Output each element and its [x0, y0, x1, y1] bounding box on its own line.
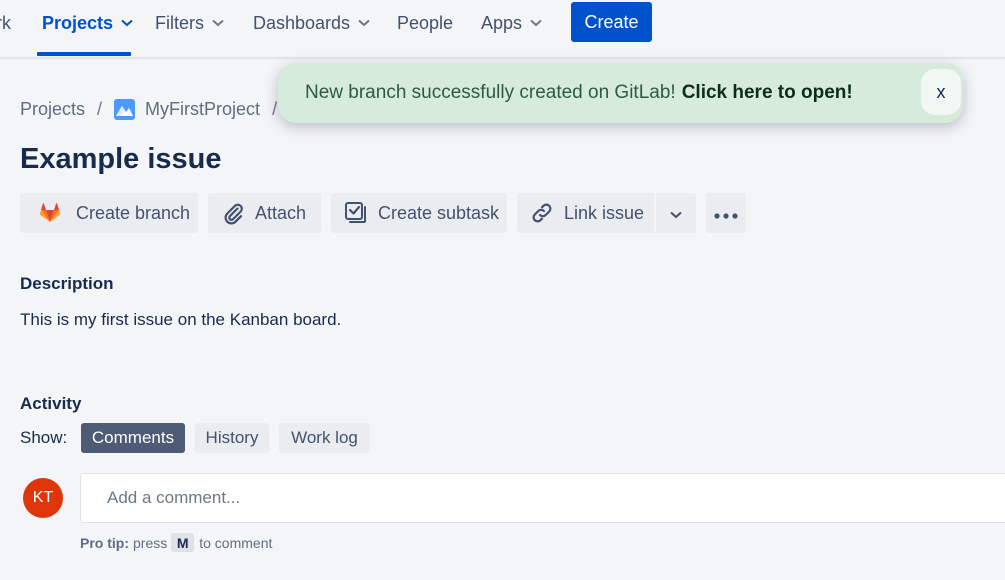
tab-work-log[interactable]: Work log — [279, 423, 370, 453]
nav-filters-label: Filters — [155, 12, 204, 33]
pro-tip-suffix: to comment — [199, 534, 273, 551]
avatar[interactable]: KT — [23, 478, 63, 518]
chevron-down-icon — [121, 19, 133, 27]
keyboard-shortcut-key: M — [171, 533, 195, 552]
create-branch-label: Create branch — [76, 202, 191, 223]
show-label: Show: — [20, 428, 68, 447]
breadcrumb: Projects / MyFirstProject / — [20, 96, 289, 122]
chevron-down-icon — [212, 19, 224, 27]
link-icon — [530, 201, 554, 225]
attach-label: Attach — [255, 202, 307, 223]
nav-item-projects[interactable]: Projects — [42, 0, 133, 46]
tab-comments[interactable]: Comments — [81, 423, 185, 453]
toast-message: New branch successfully created on GitLa… — [305, 82, 676, 103]
create-branch-button[interactable]: Create branch — [20, 193, 198, 233]
chevron-down-icon — [530, 19, 542, 27]
success-toast: New branch successfully created on GitLa… — [278, 63, 963, 123]
paperclip-icon — [221, 201, 245, 225]
description-heading: Description — [20, 274, 114, 293]
nav-item-people[interactable]: People — [397, 0, 453, 46]
nav-item-filters[interactable]: Filters — [155, 0, 224, 46]
nav-dashboards-label: Dashboards — [253, 12, 351, 33]
create-subtask-button[interactable]: Create subtask — [331, 193, 507, 233]
top-navigation-bar: rk Projects Filters Dashboards People Ap… — [0, 0, 1005, 58]
subtask-icon — [344, 201, 368, 225]
chevron-down-icon — [670, 203, 682, 224]
issue-title[interactable]: Example issue — [20, 143, 222, 176]
breadcrumb-separator: / — [272, 98, 278, 119]
link-issue-label: Link issue — [564, 202, 645, 223]
chevron-down-icon — [358, 19, 370, 27]
link-issue-dropdown-button[interactable] — [656, 193, 696, 233]
nav-item-apps[interactable]: Apps — [481, 0, 542, 46]
gitlab-icon — [39, 203, 61, 223]
create-button[interactable]: Create — [571, 2, 652, 42]
attach-button[interactable]: Attach — [208, 193, 321, 233]
nav-projects-label: Projects — [42, 12, 114, 33]
activity-heading: Activity — [20, 394, 82, 413]
more-actions-button[interactable] — [706, 193, 746, 233]
description-text[interactable]: This is my first issue on the Kanban boa… — [20, 310, 341, 330]
pro-tip-press: press — [133, 534, 168, 551]
nav-apps-label: Apps — [481, 12, 523, 33]
project-avatar-icon — [114, 98, 136, 120]
pro-tip-label: Pro tip: — [80, 534, 129, 551]
breadcrumb-project-link[interactable]: MyFirstProject — [145, 99, 260, 120]
pro-tip: Pro tip: press M to comment — [80, 533, 272, 552]
nav-item-dashboards[interactable]: Dashboards — [253, 0, 370, 46]
more-dots-icon — [714, 203, 738, 224]
tab-history[interactable]: History — [195, 423, 269, 453]
link-issue-button[interactable]: Link issue — [517, 193, 654, 233]
toast-open-link[interactable]: Click here to open! — [682, 82, 853, 104]
toast-close-button[interactable]: x — [921, 69, 961, 115]
breadcrumb-projects-link[interactable]: Projects — [20, 99, 85, 120]
nav-your-work-label: rk — [0, 12, 11, 33]
create-subtask-label: Create subtask — [378, 202, 500, 223]
breadcrumb-separator: / — [97, 98, 103, 119]
active-nav-indicator — [37, 52, 131, 56]
nav-item-your-work[interactable]: rk — [0, 0, 11, 46]
add-comment-input[interactable]: Add a comment... — [80, 473, 1005, 523]
nav-people-label: People — [397, 12, 454, 33]
